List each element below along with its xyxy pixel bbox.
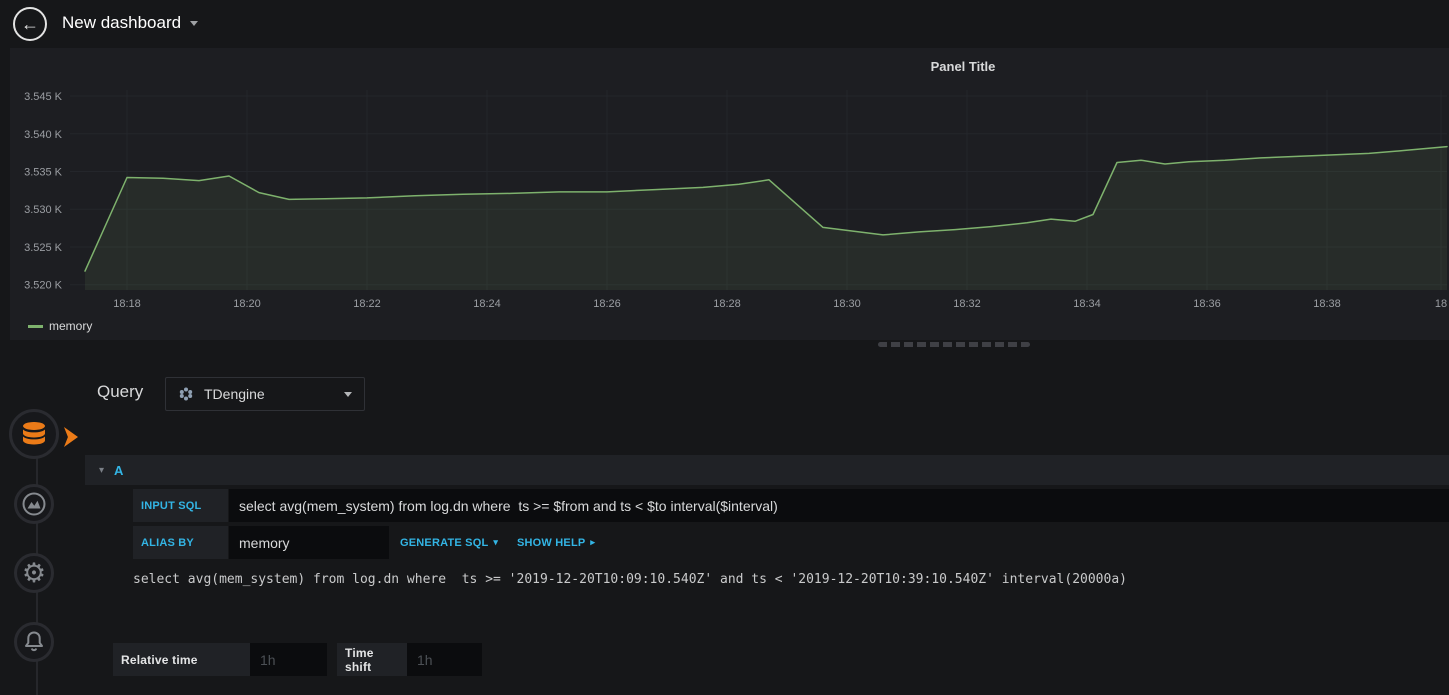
svg-text:18:38: 18:38 [1313, 298, 1341, 310]
svg-text:18:22: 18:22 [353, 298, 381, 310]
back-button[interactable]: ← [13, 7, 47, 41]
caret-down-icon: ▾ [493, 537, 499, 547]
svg-text:3.530 K: 3.530 K [24, 204, 63, 216]
datasource-name: TDengine [204, 386, 265, 402]
query-row-header[interactable]: ▾ A [85, 455, 1449, 485]
tab-queries[interactable] [9, 409, 59, 459]
relative-time-field[interactable] [250, 643, 327, 676]
show-help-label: SHOW HELP [517, 536, 586, 549]
generate-sql-label: GENERATE SQL [400, 536, 489, 549]
caret-right-icon: ▸ [590, 537, 596, 547]
svg-text:18:28: 18:28 [713, 298, 741, 310]
svg-text:18:24: 18:24 [473, 298, 501, 310]
show-help-button[interactable]: SHOW HELP ▸ [517, 526, 595, 559]
query-section-heading: Query [97, 382, 144, 401]
svg-text:3.520 K: 3.520 K [24, 280, 63, 292]
database-icon [23, 422, 45, 445]
svg-text:18:32: 18:32 [953, 298, 981, 310]
svg-text:3.525 K: 3.525 K [24, 242, 63, 254]
generate-sql-button[interactable]: GENERATE SQL ▾ [400, 526, 498, 559]
tab-visualization[interactable] [14, 484, 54, 524]
dashboard-title-dropdown[interactable]: New dashboard [62, 13, 199, 33]
svg-text:18:20: 18:20 [233, 298, 261, 310]
relative-time-label: Relative time [113, 643, 250, 676]
generated-sql-text: select avg(mem_system) from log.dn where… [133, 572, 1127, 587]
dashboard-title: New dashboard [62, 13, 182, 32]
chevron-down-icon [190, 20, 199, 26]
time-shift-field[interactable] [407, 643, 482, 676]
back-arrow-icon: ← [21, 13, 39, 34]
svg-text:18:26: 18:26 [593, 298, 621, 310]
time-shift-label: Time shift [337, 643, 407, 676]
tab-alert[interactable] [14, 622, 54, 662]
chevron-down-icon [344, 391, 352, 397]
active-tab-arrow-icon [64, 427, 78, 447]
query-row-letter: A [114, 462, 124, 478]
datasource-icon [179, 387, 193, 401]
input-sql-field[interactable] [229, 489, 1449, 522]
graph-panel: Panel Title 3.545 K 3.540 K 3.535 K 3.530 K… [10, 48, 1449, 340]
svg-text:3.535 K: 3.535 K [24, 167, 63, 179]
bell-icon [25, 631, 43, 652]
svg-text:3.545 K: 3.545 K [24, 91, 63, 103]
panel-title[interactable]: Panel Title [931, 59, 996, 74]
collapse-caret-icon: ▾ [99, 464, 105, 476]
svg-text:18:34: 18:34 [1073, 298, 1101, 310]
svg-text:18: 18 [1435, 298, 1447, 310]
tab-general[interactable]: ⚙ [14, 553, 54, 593]
input-sql-label: INPUT SQL [133, 489, 228, 522]
legend-item-memory[interactable]: memory [28, 319, 92, 333]
horizontal-scrollbar-handle[interactable] [878, 342, 1030, 347]
legend-label: memory [49, 319, 93, 333]
legend-swatch [28, 324, 43, 328]
gear-icon: ⚙ [21, 557, 47, 589]
svg-text:18:18: 18:18 [113, 298, 141, 310]
svg-text:18:36: 18:36 [1193, 298, 1221, 310]
alias-by-field[interactable] [229, 526, 389, 559]
svg-text:3.540 K: 3.540 K [24, 129, 63, 141]
time-series-chart[interactable]: 3.545 K 3.540 K 3.535 K 3.530 K 3.525 K 3.520… [10, 84, 1449, 324]
datasource-picker[interactable]: TDengine [165, 377, 365, 411]
alias-by-label: ALIAS BY [133, 526, 228, 559]
svg-text:18:30: 18:30 [833, 298, 861, 310]
graph-icon [22, 492, 46, 516]
